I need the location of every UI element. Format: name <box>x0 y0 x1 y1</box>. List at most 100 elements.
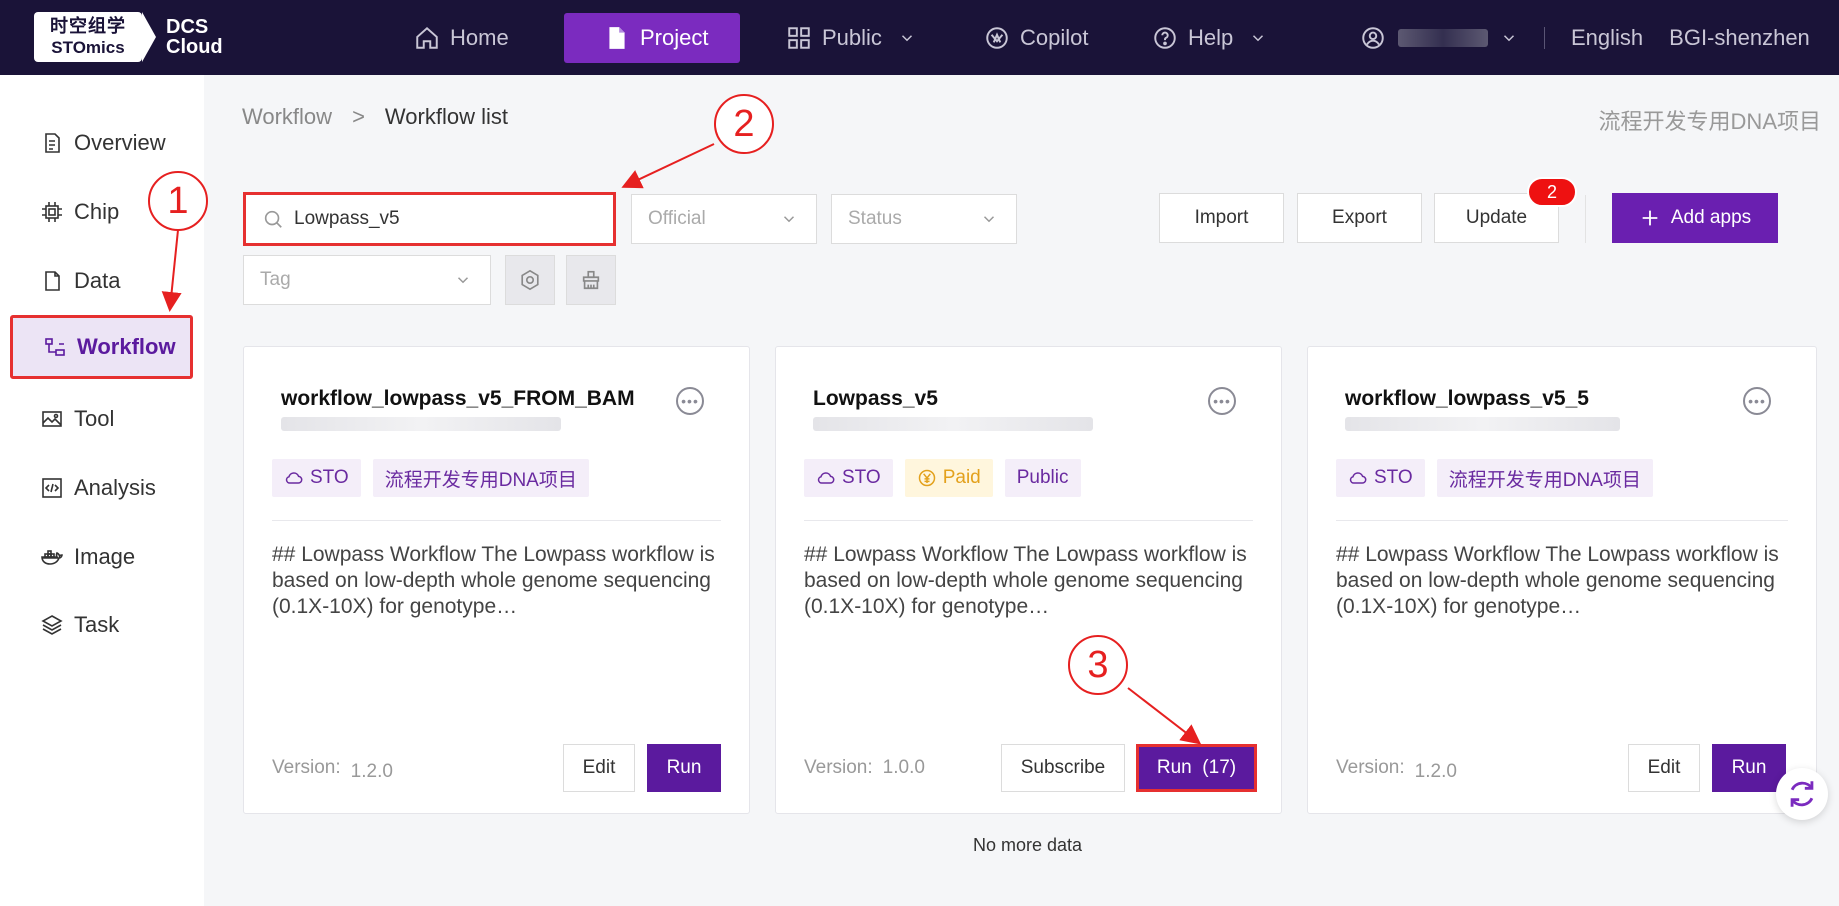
sidebar-item-label: Data <box>74 268 121 293</box>
workflow-card[interactable]: Lowpass_v5 ••• STO Paid Public ## Lowpas… <box>775 346 1282 814</box>
logo-line1: 时空组学 <box>50 16 126 37</box>
add-apps-button[interactable]: Add apps <box>1612 193 1778 243</box>
export-button[interactable]: Export <box>1297 193 1422 243</box>
org-name[interactable]: BGI-shenzhen <box>1669 25 1810 51</box>
sidebar-item-label: Overview <box>74 130 166 155</box>
tag-label: Paid <box>942 467 981 488</box>
run-button-label: Run <box>666 757 702 778</box>
card-title[interactable]: Lowpass_v5 <box>813 387 938 411</box>
layers-icon <box>41 615 63 635</box>
more-options-button[interactable]: ••• <box>1743 387 1771 415</box>
username-redacted <box>1398 29 1488 47</box>
more-options-button[interactable]: ••• <box>676 387 704 415</box>
refresh-button[interactable] <box>1776 768 1828 820</box>
cloud-icon <box>817 472 835 484</box>
more-options-button[interactable]: ••• <box>1208 387 1236 415</box>
card-description: ## Lowpass Workflow The Lowpass workflow… <box>272 543 715 618</box>
tag-sto: STO <box>272 459 361 497</box>
sidebar-item-data[interactable]: Data <box>10 249 193 313</box>
nav-copilot-label: Copilot <box>1020 25 1089 50</box>
top-nav-bar: 时空组学 STOmics DCS Cloud Home Project Publ… <box>0 0 1839 75</box>
annotation-step-2-number: 2 <box>733 102 755 145</box>
chevron-down-icon <box>983 216 995 223</box>
card-version: Version: 1.2.0 <box>272 757 393 783</box>
tag-paid: Paid <box>904 459 993 497</box>
clear-filter-button[interactable] <box>566 255 616 305</box>
version-number: 1.2.0 <box>350 761 393 782</box>
sidebar-item-label: Workflow <box>77 334 176 359</box>
project-name: 流程开发专用DNA项目 <box>1598 109 1821 134</box>
hexagon-gear-icon <box>521 269 539 291</box>
tag-sto: STO <box>804 459 893 497</box>
search-icon <box>264 210 282 228</box>
tag-label: 流程开发专用DNA项目 <box>1448 469 1641 491</box>
sidebar-item-task[interactable]: Task <box>10 593 193 657</box>
version-label: Version: <box>272 757 341 778</box>
tag-public: Public <box>1004 459 1081 497</box>
breadcrumb-root[interactable]: Workflow <box>242 104 332 130</box>
nav-project[interactable]: Project <box>564 13 740 63</box>
user-menu[interactable]: English BGI-shenzhen <box>1360 13 1810 63</box>
workflow-card[interactable]: workflow_lowpass_v5_5 ••• STO 流程开发专用DNA项… <box>1307 346 1817 814</box>
language-switch[interactable]: English <box>1571 25 1643 51</box>
edit-button[interactable]: Edit <box>1628 744 1700 792</box>
subscribe-button[interactable]: Subscribe <box>1001 744 1125 792</box>
nav-help[interactable]: Help <box>1134 13 1285 63</box>
tag-label: Public <box>1016 467 1069 488</box>
tag-label: STO <box>1374 467 1413 488</box>
nav-public-label: Public <box>822 25 882 50</box>
nav-public[interactable]: Public <box>768 13 934 63</box>
breadcrumb-separator: > <box>352 104 365 129</box>
sidebar-item-workflow[interactable]: Workflow <box>10 315 193 379</box>
tag-sto: STO <box>1336 459 1425 497</box>
version-label: Version: <box>804 757 873 778</box>
user-icon <box>1362 27 1384 49</box>
sidebar-item-image[interactable]: Image <box>10 525 193 589</box>
version-number: 1.2.0 <box>1414 761 1457 782</box>
chip-icon <box>42 202 62 222</box>
ellipsis-icon: ••• <box>1213 393 1231 409</box>
workflow-card[interactable]: workflow_lowpass_v5_FROM_BAM ••• STO 流程开… <box>243 346 750 814</box>
settings-filter-button[interactable] <box>505 255 555 305</box>
official-select[interactable]: Official <box>631 194 817 244</box>
edit-button[interactable]: Edit <box>563 744 635 792</box>
status-select-value: Status <box>848 208 902 229</box>
product-name: DCS Cloud <box>166 17 223 57</box>
card-title[interactable]: workflow_lowpass_v5_FROM_BAM <box>281 387 635 411</box>
annotation-step-3: 3 <box>1068 635 1128 695</box>
import-button[interactable]: Import <box>1159 193 1284 243</box>
nav-copilot[interactable]: Copilot <box>966 13 1106 63</box>
card-version: Version: 1.0.0 <box>804 757 925 779</box>
workflow-icon <box>45 338 65 356</box>
logo-line2: STOmics <box>51 38 125 57</box>
annotation-step-1: 1 <box>148 171 208 231</box>
logo-badge: 时空组学 STOmics <box>34 12 142 62</box>
update-count-badge: 2 <box>1527 177 1577 207</box>
image-tool-icon <box>42 411 62 427</box>
edit-button-label: Edit <box>1647 757 1681 778</box>
search-input[interactable]: Lowpass_v5 <box>243 192 616 246</box>
run-button[interactable]: Run (17) <box>1136 744 1257 792</box>
official-select-value: Official <box>648 208 706 229</box>
brand-logo[interactable]: 时空组学 STOmics DCS Cloud <box>34 12 223 62</box>
sidebar-item-overview[interactable]: Overview <box>10 111 193 175</box>
tag-label: 流程开发专用DNA项目 <box>384 469 577 491</box>
sidebar-item-tool[interactable]: Tool <box>10 387 193 451</box>
tag-label: STO <box>310 467 349 488</box>
tag-project: 流程开发专用DNA项目 <box>1436 459 1653 497</box>
nav-home[interactable]: Home <box>396 13 527 63</box>
card-tags: STO Paid Public <box>804 459 1081 497</box>
version-number: 1.0.0 <box>882 757 925 778</box>
annotation-step-1-number: 1 <box>167 179 189 222</box>
status-select[interactable]: Status <box>831 194 1017 244</box>
run-button[interactable]: Run <box>1712 744 1786 792</box>
card-title[interactable]: workflow_lowpass_v5_5 <box>1345 387 1589 411</box>
ellipsis-icon: ••• <box>681 393 699 409</box>
run-button[interactable]: Run <box>647 744 721 792</box>
sidebar-item-label: Chip <box>74 199 120 224</box>
tag-select[interactable]: Tag <box>243 255 491 305</box>
card-meta-redacted <box>1345 417 1620 431</box>
chevron-down-icon <box>1503 35 1515 42</box>
sidebar-item-analysis[interactable]: Analysis <box>10 456 193 520</box>
file-icon <box>609 27 625 49</box>
